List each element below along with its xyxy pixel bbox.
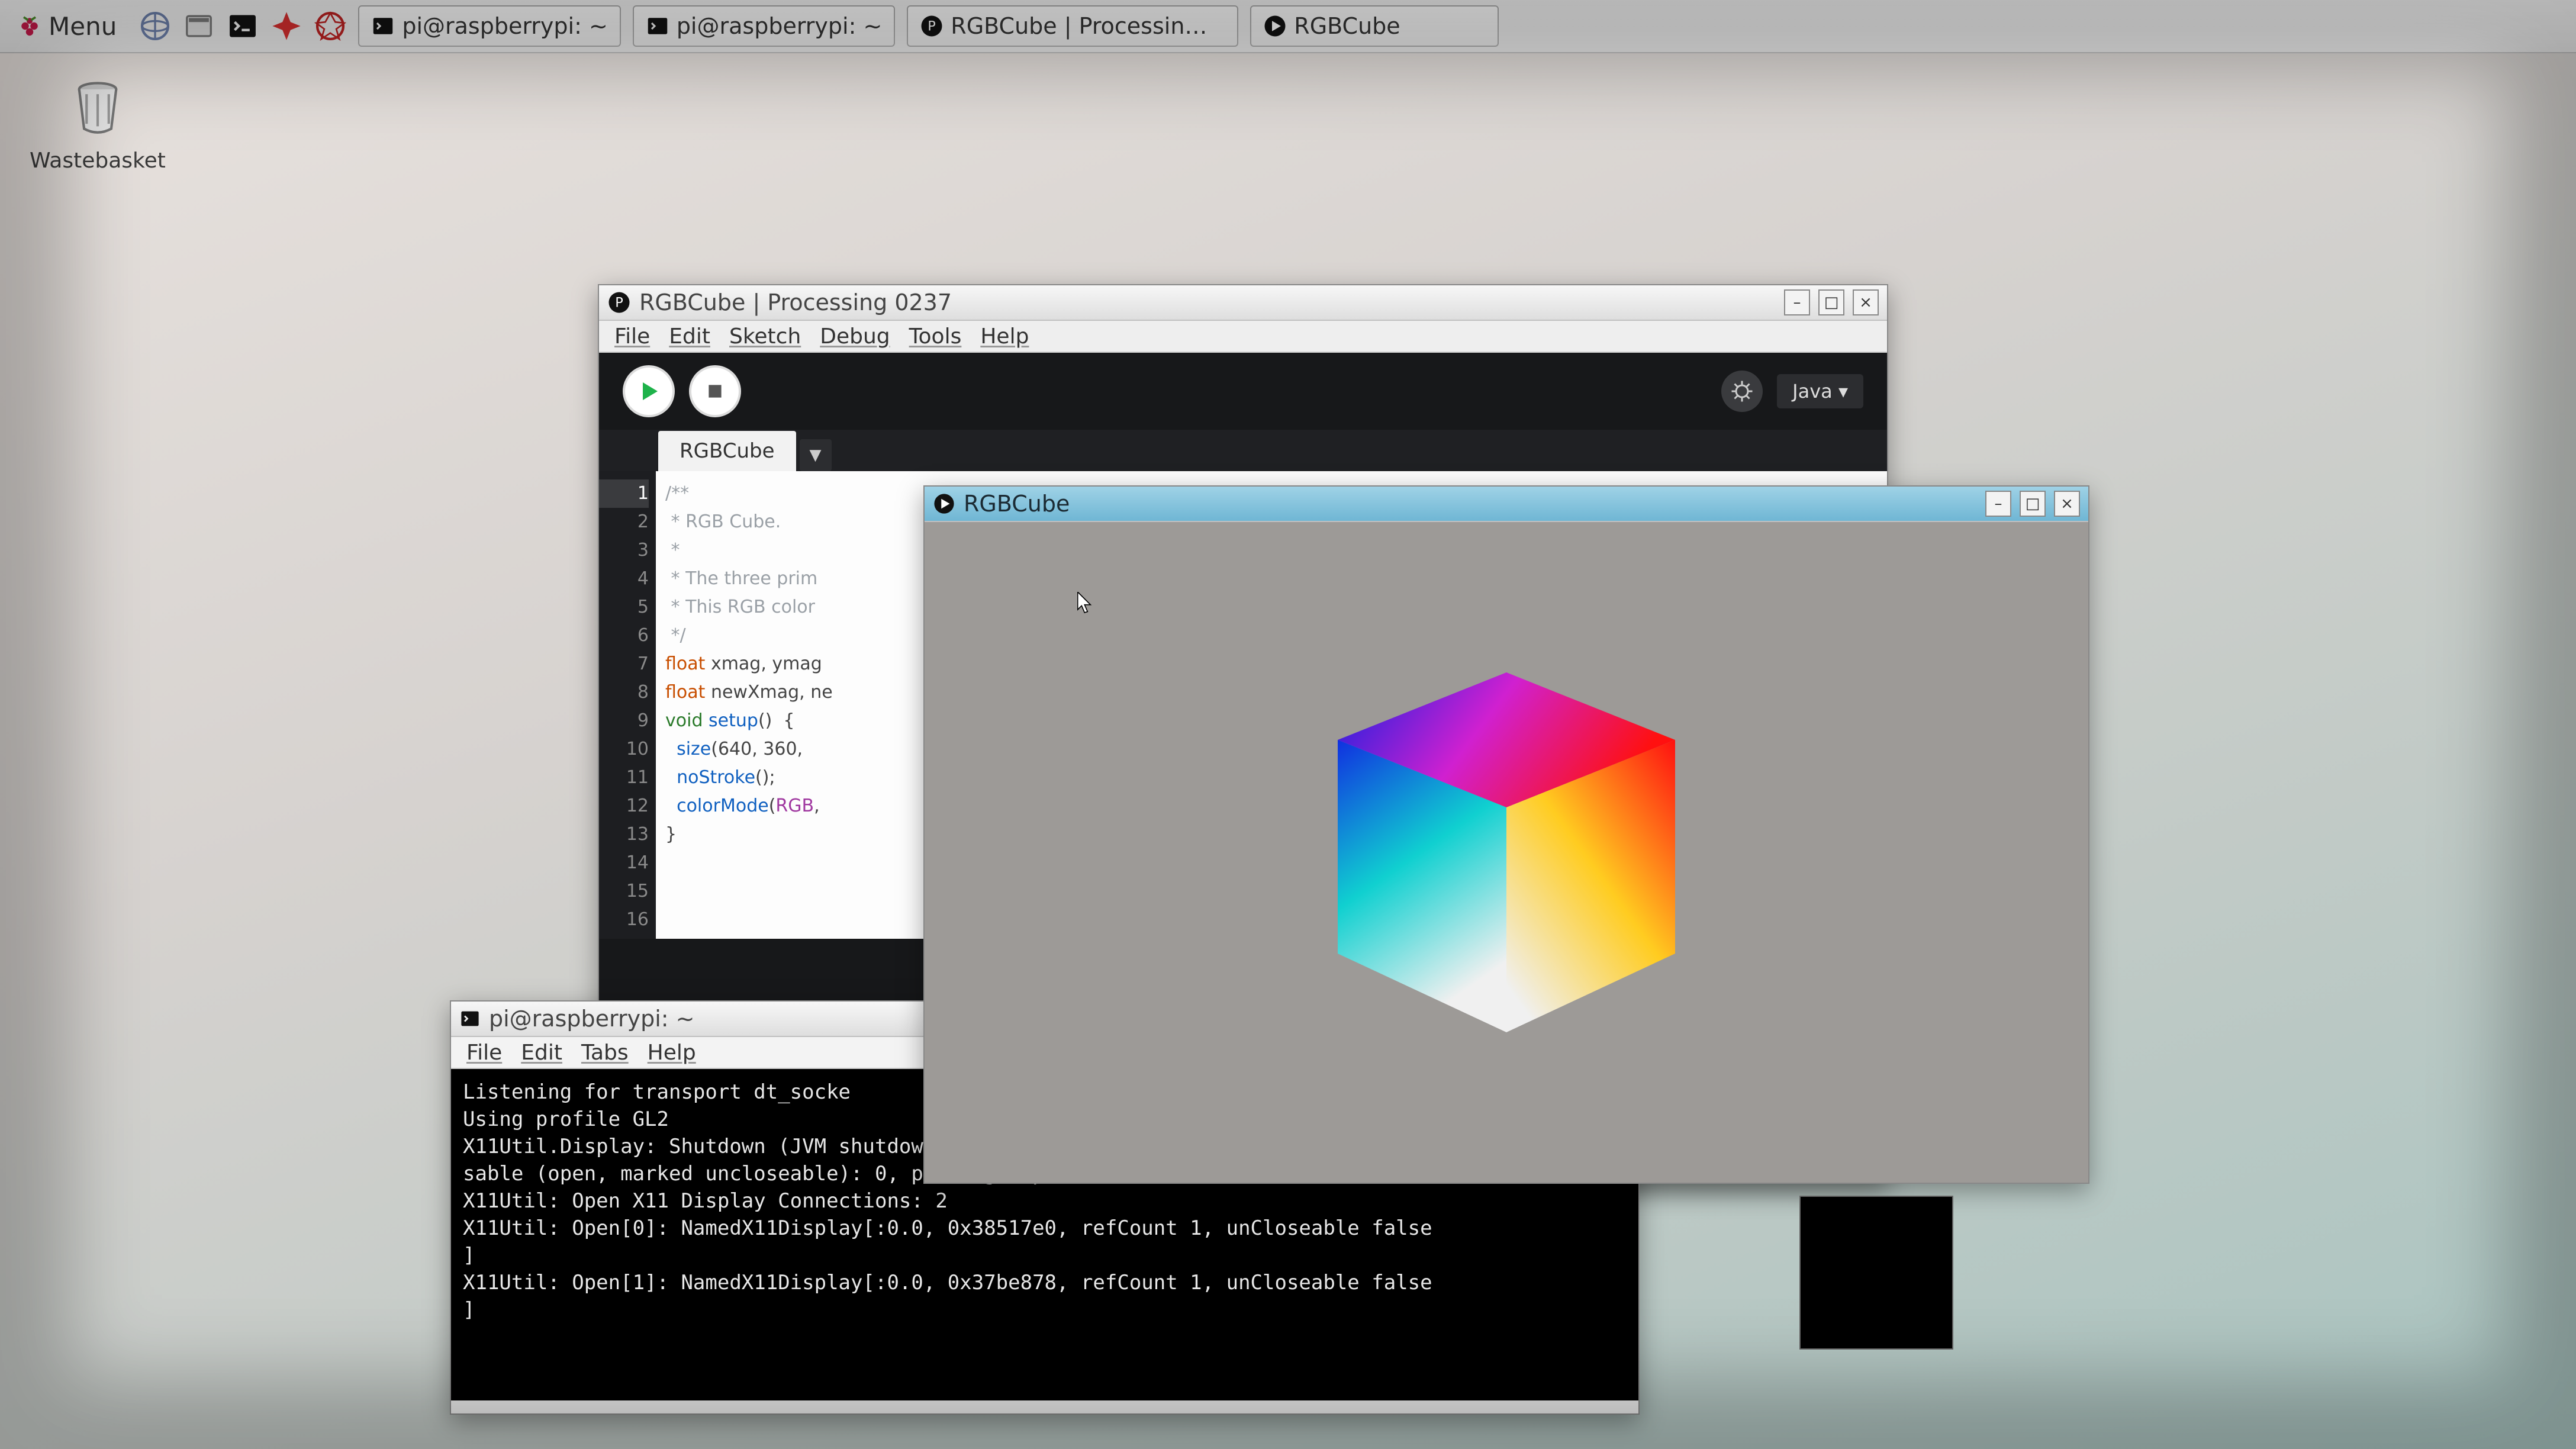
- svg-text:P: P: [615, 295, 623, 311]
- terminal-icon: [371, 14, 395, 38]
- wastebasket[interactable]: Wastebasket: [30, 77, 166, 173]
- menu-sketch[interactable]: Sketch: [729, 324, 801, 349]
- terminal-icon: [646, 14, 669, 38]
- mathematica-icon[interactable]: [271, 10, 302, 42]
- tab-rgbcube[interactable]: RGBCube: [658, 431, 796, 471]
- window-title: RGBCube | Processing 0237: [639, 289, 952, 315]
- play-icon: [933, 492, 955, 515]
- raspberry-icon: [18, 14, 41, 38]
- maximize-button[interactable]: □: [1818, 289, 1844, 315]
- window-title: pi@raspberrypi: ~: [489, 1006, 694, 1032]
- web-browser-icon[interactable]: [139, 10, 171, 42]
- taskbar-item-terminal-2[interactable]: pi@raspberrypi: ~: [633, 5, 895, 47]
- menu-tools[interactable]: Tools: [909, 324, 962, 349]
- wastebasket-label: Wastebasket: [30, 149, 166, 173]
- task-label: RGBCube | Processin…: [951, 13, 1207, 39]
- taskbar-item-terminal-1[interactable]: pi@raspberrypi: ~: [358, 5, 620, 47]
- sketch-tabs: RGBCube ▼: [599, 430, 1887, 471]
- applications-menu[interactable]: Menu: [7, 8, 127, 44]
- rgb-cube-graphic: [1281, 627, 1731, 1077]
- processing-menubar: File Edit Sketch Debug Tools Help: [599, 321, 1887, 353]
- minimize-button[interactable]: –: [1784, 289, 1810, 315]
- processing-icon: P: [607, 291, 631, 314]
- menu-help[interactable]: Help: [980, 324, 1029, 349]
- line-gutter: 12345678910111213141516: [599, 471, 656, 939]
- tab-menu-button[interactable]: ▼: [800, 439, 832, 471]
- menu-edit[interactable]: Edit: [521, 1041, 562, 1065]
- debugger-button[interactable]: [1721, 371, 1763, 412]
- sketch-titlebar[interactable]: RGBCube – □ ×: [925, 487, 2088, 522]
- window-title: RGBCube: [964, 491, 1070, 517]
- terminal-launcher-icon[interactable]: [227, 10, 259, 42]
- taskbar: Menu pi@raspberrypi: ~ pi@raspberrypi: ~…: [0, 0, 2576, 53]
- task-label: RGBCube: [1294, 13, 1400, 39]
- menu-file[interactable]: File: [466, 1041, 502, 1065]
- terminal-icon: [459, 1008, 481, 1029]
- adjacent-monitor-blank: [1799, 1196, 1953, 1350]
- taskbar-item-sketch[interactable]: RGBCube: [1250, 5, 1499, 47]
- processing-toolbar: Java ▾: [599, 353, 1887, 430]
- task-label: pi@raspberrypi: ~: [402, 13, 607, 39]
- maximize-button[interactable]: □: [2020, 491, 2046, 517]
- processing-icon: P: [920, 14, 944, 38]
- menu-file[interactable]: File: [614, 324, 650, 349]
- menu-debug[interactable]: Debug: [820, 324, 890, 349]
- wolfram-icon[interactable]: [314, 10, 346, 42]
- task-label: pi@raspberrypi: ~: [677, 13, 882, 39]
- taskbar-item-processing[interactable]: P RGBCube | Processin…: [907, 5, 1238, 47]
- trash-icon: [68, 77, 127, 136]
- file-manager-icon[interactable]: [183, 10, 215, 42]
- play-icon: [1263, 14, 1287, 38]
- close-button[interactable]: ×: [1853, 289, 1879, 315]
- sketch-window: RGBCube – □ ×: [923, 485, 2089, 1184]
- processing-titlebar[interactable]: P RGBCube | Processing 0237 – □ ×: [599, 285, 1887, 321]
- run-button[interactable]: [623, 365, 675, 417]
- mode-selector[interactable]: Java ▾: [1777, 374, 1863, 408]
- stop-button[interactable]: [689, 365, 741, 417]
- mouse-cursor: [1077, 592, 1094, 616]
- minimize-button[interactable]: –: [1985, 491, 2011, 517]
- menu-label: Menu: [49, 12, 117, 41]
- svg-text:P: P: [928, 19, 936, 34]
- close-button[interactable]: ×: [2054, 491, 2080, 517]
- menu-tabs[interactable]: Tabs: [581, 1041, 629, 1065]
- menu-edit[interactable]: Edit: [669, 324, 710, 349]
- sketch-canvas[interactable]: [925, 522, 2088, 1183]
- menu-help[interactable]: Help: [648, 1041, 696, 1065]
